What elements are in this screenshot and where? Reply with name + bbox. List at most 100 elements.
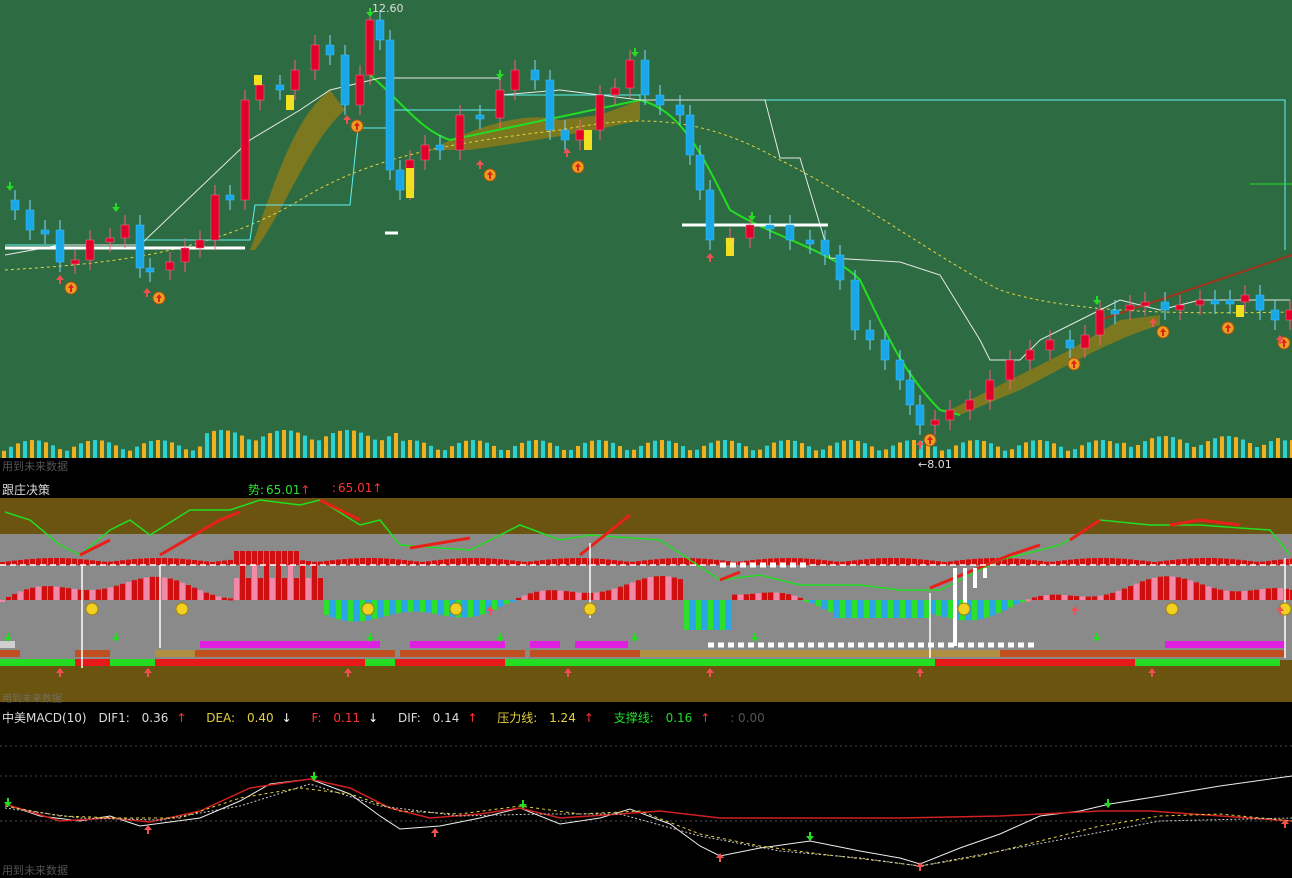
up-arrow-icon (56, 275, 64, 284)
histogram-bar (54, 586, 59, 600)
histogram-bar (558, 590, 563, 600)
candle-body (1270, 309, 1280, 321)
histogram-bar (90, 589, 95, 600)
volume-bar (415, 440, 419, 458)
candle-body (145, 267, 155, 273)
candle-body (165, 261, 175, 271)
indicator-panel[interactable] (0, 498, 1292, 702)
candle-body (510, 69, 520, 91)
volume-bar (380, 440, 384, 458)
histogram-bar (810, 600, 815, 604)
histogram-bar (1218, 558, 1223, 565)
histogram-bar (1044, 595, 1049, 600)
histogram-bar (408, 600, 413, 612)
histogram-bar (882, 558, 887, 565)
histogram-bar (1254, 589, 1259, 600)
histogram-bar (348, 558, 353, 565)
histogram-bar (816, 559, 821, 565)
candle-body (895, 359, 905, 381)
up-arrow-icon (476, 160, 484, 169)
volume-bar (968, 440, 972, 458)
histogram-bar (486, 558, 491, 565)
volume-bar (835, 442, 839, 458)
histogram-bar (1212, 588, 1217, 600)
macd-panel[interactable]: 用到未来数据 (0, 726, 1292, 878)
up-arrow-icon (144, 825, 152, 834)
volume-bar (534, 440, 538, 458)
volume-bar (268, 433, 272, 458)
histogram-bar (666, 576, 671, 600)
histogram-bar (996, 600, 1001, 614)
candle-body (1285, 309, 1292, 321)
volume-bar (177, 445, 181, 458)
signal-strip (1165, 641, 1285, 648)
histogram-bar (546, 590, 551, 600)
histogram-bar (1098, 558, 1103, 565)
candle-body (495, 89, 505, 119)
histogram-bar (630, 582, 635, 600)
histogram-bar (138, 558, 143, 565)
volume-bar (1080, 445, 1084, 458)
smiley-icon (175, 602, 189, 616)
histogram-bar (66, 558, 71, 565)
volume-bar (1269, 441, 1273, 458)
histogram-bar (1206, 586, 1211, 600)
histogram-bar (1002, 600, 1007, 611)
histogram-bar (1140, 581, 1145, 600)
volume-bar (317, 440, 321, 458)
histogram-bar (318, 578, 323, 600)
histogram-bar (786, 594, 791, 600)
histogram-bar (1110, 592, 1115, 600)
histogram-bar (948, 600, 953, 619)
volume-bar (709, 442, 713, 458)
volume-bar (758, 449, 762, 458)
signal-strip (200, 641, 380, 648)
price-chart-panel[interactable]: 12.60 (0, 0, 1292, 458)
histogram-bar (726, 600, 731, 630)
volume-bar (1024, 442, 1028, 458)
volume-bar (58, 449, 62, 458)
histogram-bar (1218, 589, 1223, 600)
candle-body (640, 59, 650, 96)
histogram-bar (444, 600, 449, 616)
candle-body (745, 224, 755, 239)
signal-strip (575, 641, 628, 648)
histogram-bar (864, 600, 869, 618)
volume-bar (51, 445, 55, 458)
histogram-bar (906, 558, 911, 565)
volume-bar (16, 443, 20, 458)
volume-bar (716, 440, 720, 458)
histogram-bar (24, 589, 29, 600)
candlesticks (10, 10, 1292, 435)
volume-bar (863, 443, 867, 458)
histogram-bar (252, 563, 257, 600)
volume-bar (513, 446, 517, 458)
candle-body (255, 84, 265, 101)
volume-bar (366, 435, 370, 458)
volume-bar (156, 440, 160, 458)
up-arrow-icon (144, 668, 152, 677)
histogram-bar (342, 559, 347, 565)
histogram-bar (582, 558, 587, 565)
histogram-bar (60, 558, 65, 565)
histogram-bar (564, 558, 569, 565)
candle-body (25, 209, 35, 231)
histogram-bar (690, 600, 695, 630)
candle-body (1175, 304, 1185, 311)
histogram-bar (126, 559, 131, 565)
histogram-bar (390, 558, 395, 565)
histogram-bar (1122, 558, 1127, 565)
histogram-bar (1074, 596, 1079, 600)
histogram-bar (84, 590, 89, 600)
histogram-bar (732, 594, 737, 600)
histogram-bar (330, 600, 335, 618)
volume-bar (744, 446, 748, 458)
volume-bar (2, 450, 6, 458)
up-arrow-icon (431, 828, 439, 837)
volume-bar (247, 439, 251, 458)
watermark: 用到未来数据 (2, 460, 68, 473)
up-arrow-icon: ↑ (372, 481, 383, 495)
histogram-bar (924, 600, 929, 618)
volume-bar (807, 446, 811, 458)
histogram-bar (78, 559, 83, 565)
